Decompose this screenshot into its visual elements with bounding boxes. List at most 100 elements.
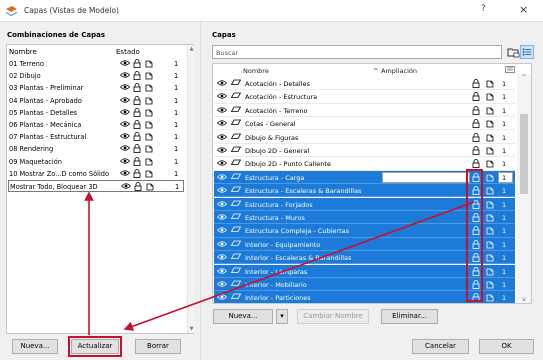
visibility-eye-icon[interactable] — [216, 106, 228, 114]
lock-icon[interactable] — [133, 83, 141, 93]
visibility-eye-icon[interactable] — [121, 182, 131, 190]
combination-row[interactable]: 05 Plantas - Detalles 1 — [8, 107, 184, 119]
layer-row[interactable]: Cotas - General 1 — [214, 117, 515, 131]
combination-row[interactable]: Mostrar Todo, Bloquear 3D 1 — [8, 180, 184, 192]
help-button[interactable]: ? — [481, 4, 486, 14]
visibility-eye-icon[interactable] — [216, 146, 228, 154]
update-combination-button[interactable]: Actualizar — [68, 336, 122, 357]
visibility-eye-icon[interactable] — [216, 79, 228, 87]
layer-row[interactable]: Dibujo & Figuras 1 — [214, 131, 515, 144]
wireframe-icon[interactable] — [486, 293, 495, 302]
visibility-eye-icon[interactable] — [216, 253, 228, 261]
combination-row[interactable]: 09 Maquetación 1 — [8, 156, 184, 168]
cancel-button[interactable]: Cancelar — [412, 339, 469, 354]
layer-row[interactable]: Acotación - Terreno 1 — [214, 104, 515, 118]
wireframe-icon[interactable] — [146, 182, 155, 191]
combination-row[interactable]: 04 Plantas - Aprobado 1 — [8, 95, 184, 107]
lock-icon[interactable] — [133, 59, 141, 68]
wireframe-icon[interactable] — [145, 120, 154, 129]
combination-row[interactable]: 06 Plantas - Mecánica 1 — [8, 119, 184, 131]
pen-number-field[interactable]: 1 — [498, 171, 513, 183]
visibility-eye-icon[interactable] — [120, 59, 130, 67]
visibility-eye-icon[interactable] — [120, 132, 130, 140]
combination-row[interactable]: 03 Plantas - Preliminar 1 — [8, 82, 184, 94]
wireframe-icon[interactable] — [145, 144, 154, 153]
lock-icon[interactable] — [133, 95, 141, 105]
wireframe-icon[interactable] — [486, 159, 495, 168]
visibility-eye-icon[interactable] — [216, 119, 228, 127]
lock-icon[interactable] — [472, 119, 480, 129]
wireframe-icon[interactable] — [486, 119, 495, 128]
visibility-eye-icon[interactable] — [216, 159, 228, 167]
visibility-eye-icon[interactable] — [120, 120, 130, 128]
visibility-eye-icon[interactable] — [216, 226, 228, 234]
wireframe-icon[interactable] — [486, 280, 495, 289]
wireframe-icon[interactable] — [486, 253, 495, 262]
lock-icon[interactable] — [133, 168, 141, 178]
wireframe-icon[interactable] — [486, 213, 495, 222]
wireframe-icon[interactable] — [486, 267, 495, 276]
scroll-down-arrow-icon[interactable]: v — [517, 296, 531, 303]
scroll-up-arrow-icon[interactable]: ▲ — [188, 46, 195, 53]
wireframe-icon[interactable] — [145, 108, 154, 117]
folder-icon[interactable] — [506, 45, 520, 59]
new-layer-button[interactable]: Nueva... — [213, 309, 273, 324]
scroll-thumb[interactable] — [520, 114, 528, 194]
lock-icon[interactable] — [133, 107, 141, 117]
ok-button[interactable]: OK — [479, 339, 534, 354]
wireframe-icon[interactable] — [486, 186, 495, 195]
wireframe-icon[interactable] — [145, 169, 154, 178]
lock-icon[interactable] — [472, 105, 480, 115]
lock-icon[interactable] — [134, 182, 142, 191]
left-scrollbar[interactable]: ▲ ▼ — [187, 46, 194, 333]
delete-combination-button[interactable]: Borrar — [135, 339, 181, 354]
combination-row[interactable]: 02 Dibujo 1 — [8, 70, 184, 82]
lock-icon[interactable] — [472, 79, 480, 88]
visibility-eye-icon[interactable] — [120, 169, 130, 177]
new-combination-button[interactable]: Nueva... — [12, 339, 58, 354]
visibility-eye-icon[interactable] — [120, 71, 130, 79]
scroll-up-arrow-icon[interactable]: ^ — [517, 74, 531, 81]
wireframe-icon[interactable] — [145, 157, 154, 166]
visibility-eye-icon[interactable] — [216, 213, 228, 221]
layer-row[interactable]: Acotación - Estructura 1 — [214, 90, 515, 104]
scroll-down-arrow-icon[interactable]: ▼ — [188, 326, 195, 333]
wireframe-icon[interactable] — [486, 146, 495, 155]
lock-icon[interactable] — [133, 120, 141, 129]
new-layer-dropdown-icon[interactable]: ▾ — [276, 309, 288, 324]
wireframe-icon[interactable] — [145, 96, 154, 105]
wireframe-icon[interactable] — [486, 200, 495, 209]
combination-row[interactable]: 01 Terreno 1 — [8, 58, 184, 70]
lock-icon[interactable] — [472, 146, 480, 155]
visibility-eye-icon[interactable] — [216, 240, 228, 248]
lock-icon[interactable] — [133, 144, 141, 154]
layer-row[interactable]: Dibujo 2D - General 1 — [214, 144, 515, 158]
combination-row[interactable]: 08 Rendering 1 — [8, 143, 184, 155]
wireframe-icon[interactable] — [486, 79, 495, 88]
visibility-eye-icon[interactable] — [216, 133, 228, 141]
wireframe-icon[interactable] — [145, 59, 154, 68]
lock-icon[interactable] — [133, 156, 141, 166]
visibility-eye-icon[interactable] — [120, 83, 130, 91]
close-button[interactable]: × — [519, 3, 528, 16]
visibility-eye-icon[interactable] — [216, 293, 228, 301]
wireframe-icon[interactable] — [145, 83, 154, 92]
wireframe-icon[interactable] — [145, 71, 154, 80]
wireframe-icon[interactable] — [486, 92, 495, 101]
layer-row[interactable]: Acotación - Detalles 1 — [214, 77, 515, 91]
combination-row[interactable]: 10 Mostrar Zo...D como Sólido 1 — [8, 168, 184, 180]
visibility-eye-icon[interactable] — [216, 280, 228, 288]
layer-combinations-list[interactable]: Nombre Estado 01 Terreno 1 02 Dibujo 1 03 … — [6, 44, 194, 334]
visibility-eye-icon[interactable] — [216, 92, 228, 100]
wireframe-icon[interactable] — [486, 240, 495, 249]
wireframe-icon[interactable] — [145, 132, 154, 141]
combination-row[interactable]: 07 Plantas - Estructural 1 — [8, 131, 184, 143]
lock-icon[interactable] — [472, 92, 480, 102]
wireframe-icon[interactable] — [486, 106, 495, 115]
visibility-eye-icon[interactable] — [120, 108, 130, 116]
lock-icon[interactable] — [133, 71, 141, 81]
visibility-eye-icon[interactable] — [120, 144, 130, 152]
visibility-eye-icon[interactable] — [120, 96, 130, 104]
wireframe-icon[interactable] — [486, 173, 495, 182]
search-input[interactable]: Buscar — [212, 45, 502, 59]
